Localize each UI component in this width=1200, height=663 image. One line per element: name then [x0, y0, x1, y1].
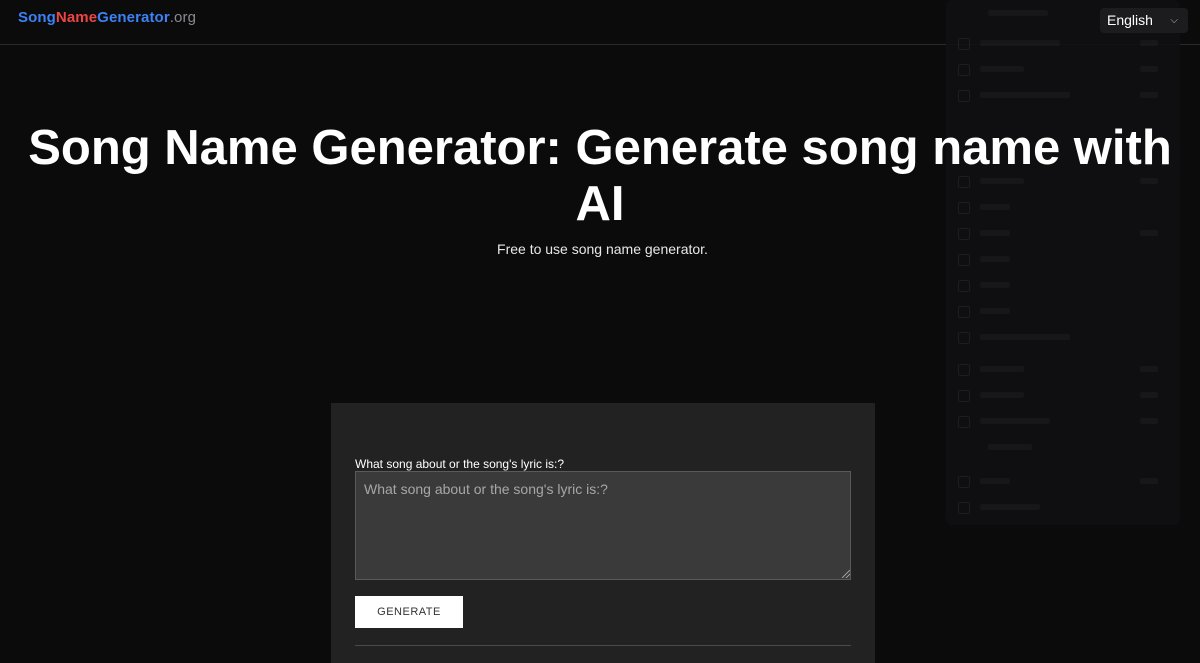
logo-part-song: Song — [18, 9, 56, 26]
language-select-value: English — [1107, 12, 1153, 28]
page-subtitle: Free to use song name generator. — [497, 241, 708, 257]
generator-form-panel: What song about or the song's lyric is:?… — [331, 403, 875, 663]
generate-button[interactable]: GENERATE — [355, 596, 463, 628]
logo-part-name: Name — [55, 9, 98, 26]
lyric-field-label: What song about or the song's lyric is:? — [355, 457, 565, 471]
site-logo[interactable]: SongNameGenerator.org — [18, 9, 196, 26]
language-select[interactable]: English ⌵ — [1100, 8, 1188, 33]
textarea-resize-handle[interactable] — [842, 570, 850, 578]
lyric-input[interactable] — [355, 471, 851, 580]
form-divider — [355, 645, 851, 646]
logo-part-generator: Generator — [97, 9, 170, 26]
background-context-menu-ghost — [946, 0, 1180, 525]
logo-part-domain: .org — [169, 9, 197, 26]
page-title: Song Name Generator: Generate song name … — [28, 121, 1172, 231]
chevron-down-icon: ⌵ — [1170, 15, 1178, 26]
